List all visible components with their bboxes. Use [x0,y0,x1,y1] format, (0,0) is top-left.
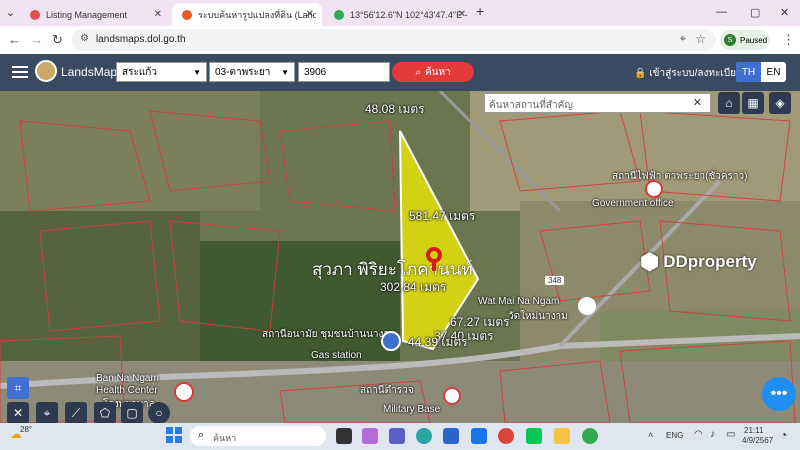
battery-icon[interactable]: ▭ [726,429,735,440]
site-info-icon[interactable]: ⚙ [80,33,89,44]
temple-icon[interactable] [578,297,596,315]
ddproperty-watermark: ⬢ DDproperty [640,249,757,274]
measurement-label: 48.08 เมตร [365,102,425,116]
task-view-icon[interactable] [336,428,352,444]
circle-tool-icon[interactable]: ○ [148,402,170,423]
tab-listing-management[interactable]: Listing Management ✕ [20,3,170,26]
province-select[interactable]: สระแก้ว ▼ [116,62,207,82]
clock-date[interactable]: 4/9/2567 [742,436,773,445]
zoom-icon[interactable] [443,428,459,444]
google-maps-favicon [334,9,344,20]
place-label: วัดใหม่นางาม [508,311,568,322]
measurement-label: 44.39 เมตร [408,335,468,349]
road-number-badge: 348 [545,276,565,285]
clock-time[interactable]: 21:11 [744,426,763,435]
polygon-tool-icon[interactable]: ⬠ [94,402,116,423]
profile-button[interactable]: S Paused [720,30,770,50]
login-link[interactable]: 🔒 เข้าสู่ระบบ/ลงทะเบียน [634,66,743,81]
lang-th-button[interactable]: TH [736,62,761,82]
location-icon[interactable]: ⌖ [680,33,686,46]
home-icon[interactable]: ⌂ [718,92,740,114]
tray-chevron-icon[interactable]: ˄ [648,430,653,440]
crosshair-icon[interactable]: ✕ [7,402,29,423]
place-label: Health Center [96,385,158,396]
wifi-icon[interactable]: ◠ [694,429,703,440]
file-explorer-icon[interactable] [554,428,570,444]
app-title: LandsMaps [61,65,124,79]
place-label: Military Base [383,404,441,415]
measurement-label: 581.47 เมตร [409,209,476,223]
close-icon[interactable]: ✕ [154,9,162,20]
avatar: S [724,34,736,46]
search-icon: ⌕ [415,66,421,78]
teams-icon[interactable] [389,428,405,444]
layers-icon[interactable]: ◈ [769,92,791,114]
square-tool-icon[interactable]: ▢ [121,402,143,423]
search-button[interactable]: ⌕ ค้นหา [392,62,474,82]
health-center-icon[interactable] [174,382,194,402]
forward-icon[interactable]: → [30,32,43,47]
place-search-input[interactable]: ค้นหาสถานที่สำคัญ ✕ [484,93,711,113]
hamburger-icon[interactable] [12,64,28,80]
tab-landsmaps[interactable]: ระบบค้นหารูปแปลงที่ดิน (LandsMaps ✕ [172,3,322,26]
tab-search-icon[interactable]: ⌄ [6,6,15,19]
close-window-button[interactable]: ✕ [780,6,789,19]
government-office-icon[interactable] [645,180,663,198]
map-canvas[interactable]: 48.08 เมตร 581.47 เมตร 302.84 เมตร 67.27… [0,91,800,423]
tab-google-maps[interactable]: 13°56'12.6"N 102°43'47.4"E - G ✕ [324,3,474,26]
place-label: สถานีอนามัย ชุมชนบ้านนางาม [262,329,396,340]
volume-icon[interactable]: ♪ [710,429,715,440]
minimize-button[interactable]: — [716,6,727,18]
place-label: Ban Na Ngam [96,373,159,384]
location-pin-icon[interactable]: ⌖ [36,402,58,423]
close-icon[interactable]: ✕ [458,9,466,20]
place-label: Government office [592,198,674,209]
line-tool-icon[interactable]: ⟋ [65,402,87,423]
measure-tool-icon[interactable]: ⌗ [7,377,29,399]
more-options-button[interactable]: ••• [762,377,796,411]
windows-taskbar: ☁ 28° ⌕ ค้นหา ˄ ENG ◠ ♪ ▭ 21:11 4/9/2567… [0,423,800,450]
search-icon: ⌕ [198,429,205,441]
listing-favicon [30,9,40,20]
menu-kebab-icon[interactable]: ⋮ [782,32,795,48]
reload-icon[interactable]: ↻ [52,32,63,48]
chrome-icon[interactable] [498,428,514,444]
maximize-button[interactable]: ▢ [750,6,760,19]
input-language[interactable]: ENG [666,431,683,440]
chevron-down-icon: ▼ [281,67,289,77]
place-label: สถานีไฟฟ้า ตาพระยา(ชั่วคราว) [612,171,748,182]
grid-icon[interactable]: ▦ [742,92,764,114]
military-icon[interactable] [443,387,461,405]
chevron-down-icon: ▼ [193,67,201,77]
tab-bar: Listing Management ✕ ระบบค้นหารูปแปลงที่… [0,0,800,26]
edge-icon[interactable] [416,428,432,444]
url-field[interactable]: ⚙ landsmaps.dol.go.th ⌖ ☆ [72,29,716,51]
close-icon[interactable]: ✕ [306,9,314,20]
address-bar: ← → ↻ ⚙ landsmaps.dol.go.th ⌖ ☆ S Paused… [0,26,800,55]
place-label: Gas station [311,350,362,361]
copilot-icon[interactable] [362,428,378,444]
taskbar-search[interactable]: ⌕ ค้นหา [190,426,326,446]
back-icon[interactable]: ← [8,32,21,47]
windows-start-icon[interactable] [166,427,182,443]
app-header: LandsMaps สระแก้ว ▼ 03-ตาพระยา ▼ 3906 ⌕ ค้น… [0,54,800,91]
owner-name-label: สุวภา พิริยะโภคานนท์ [312,260,473,279]
chrome-active-icon[interactable] [582,428,598,444]
bookmark-star-icon[interactable]: ☆ [695,32,706,46]
mail-icon[interactable] [471,428,487,444]
parcel-number-input[interactable]: 3906 [298,62,390,82]
landsmaps-logo [35,60,57,82]
new-tab-button[interactable]: + [476,3,484,19]
place-label: Wat Mai Na Ngam [478,296,560,307]
gas-station-icon[interactable] [381,331,401,351]
map-pin-favicon [182,9,192,20]
ddproperty-logo-icon: ⬢ [640,249,660,274]
close-icon[interactable]: ✕ [693,96,702,109]
lang-en-button[interactable]: EN [761,62,786,82]
notification-bell-icon[interactable]: ◔ [780,428,787,442]
district-select[interactable]: 03-ตาพระยา ▼ [209,62,295,82]
place-label: สถานีตำรวจ [360,385,414,396]
line-app-icon[interactable] [526,428,542,444]
